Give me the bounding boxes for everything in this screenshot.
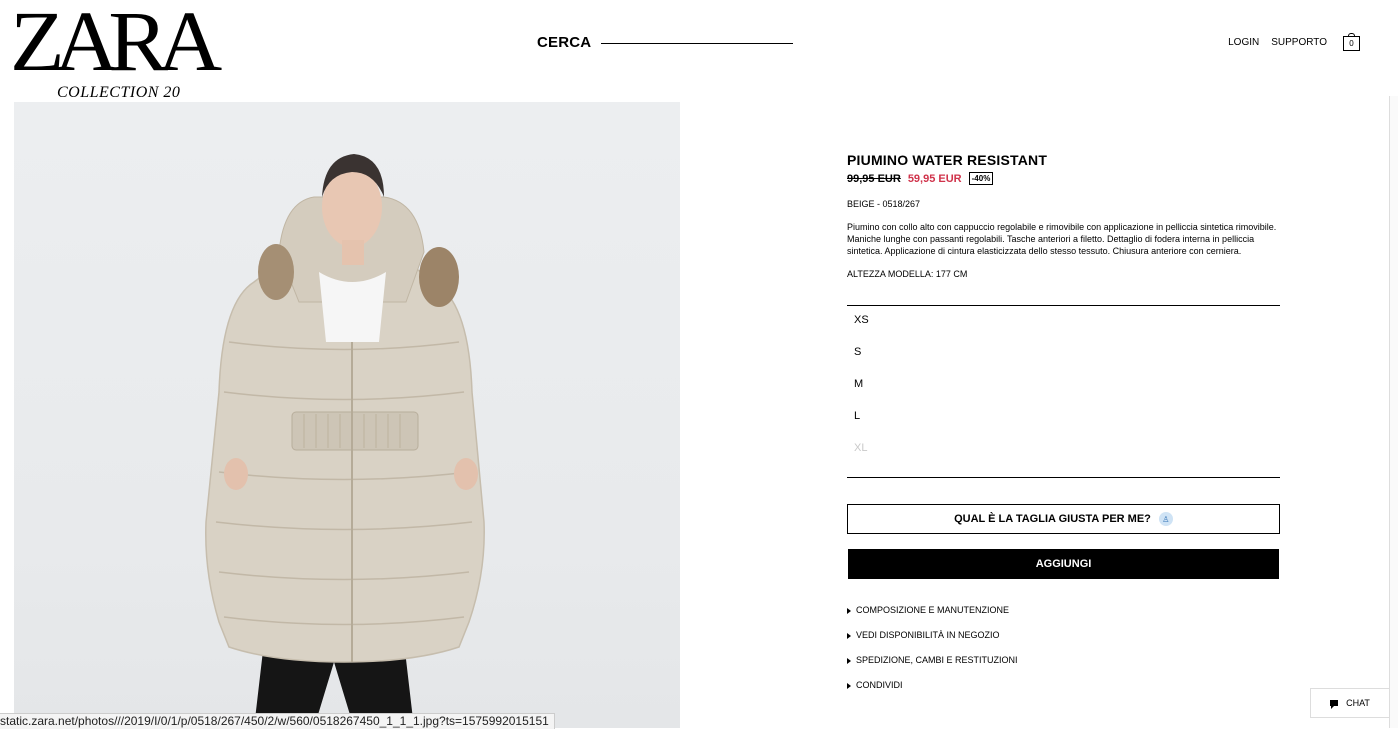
search-label: CERCA [537, 34, 592, 51]
size-option-l[interactable]: L [847, 409, 1280, 441]
logo-wordmark: ZARA [10, 0, 222, 89]
caret-right-icon [847, 658, 851, 664]
page-scrollbar[interactable] [1389, 96, 1398, 728]
accordion-store-availability[interactable]: VEDI DISPONIBILITÀ IN NEGOZIO [847, 630, 1280, 655]
model-height: ALTEZZA MODELLA: 177 CM [847, 269, 968, 279]
product-description: Piumino con collo alto con cappuccio reg… [847, 222, 1277, 256]
product-info: PIUMINO WATER RESISTANT 99,95 EUR 59,95 … [847, 152, 1280, 705]
info-accordions: COMPOSIZIONE E MANUTENZIONE VEDI DISPONI… [847, 605, 1280, 705]
accordion-share[interactable]: CONDIVIDI [847, 680, 1280, 705]
logo-subtitle: COLLECTION 20 [57, 84, 181, 101]
size-option-m[interactable]: M [847, 377, 1280, 409]
login-link[interactable]: LOGIN [1228, 37, 1259, 48]
color-reference: BEIGE - 0518/267 [847, 199, 921, 209]
size-guide-label: QUAL È LA TAGLIA GIUSTA PER ME? [954, 513, 1151, 525]
status-bar-url: static.zara.net/photos///2019/I/0/1/p/05… [0, 713, 555, 729]
add-to-cart-button[interactable]: AGGIUNGI [848, 549, 1279, 579]
accordion-label: SPEDIZIONE, CAMBI E RESTITUZIONI [856, 655, 1018, 665]
caret-right-icon [847, 608, 851, 614]
cart-count: 0 [1349, 39, 1354, 48]
size-guide-button[interactable]: QUAL È LA TAGLIA GIUSTA PER ME? ♙ [847, 504, 1280, 534]
accordion-label: COMPOSIZIONE E MANUTENZIONE [856, 605, 1010, 615]
original-price: 99,95 EUR [847, 172, 901, 185]
model-in-coat-illustration [205, 154, 485, 728]
size-option-s[interactable]: S [847, 345, 1280, 377]
accordion-composition[interactable]: COMPOSIZIONE E MANUTENZIONE [847, 605, 1280, 630]
size-option-xs[interactable]: XS [847, 313, 1280, 345]
sale-price: 59,95 EUR [907, 172, 962, 185]
chat-label: CHAT [1346, 698, 1370, 708]
discount-badge: -40% [968, 172, 994, 185]
shopping-bag-icon[interactable]: 0 [1343, 33, 1360, 51]
accordion-label: CONDIVIDI [856, 680, 903, 690]
chat-bubble-icon [1330, 700, 1339, 709]
caret-right-icon [847, 633, 851, 639]
size-selector: XS S M L XL [847, 305, 1280, 478]
zara-logo[interactable]: ZARA COLLECTION 20 [10, 0, 222, 101]
size-option-xl: XL [854, 442, 868, 454]
product-image[interactable] [14, 102, 680, 728]
chat-button[interactable]: CHAT [1310, 688, 1390, 718]
search-underline [601, 43, 794, 44]
caret-right-icon [847, 683, 851, 689]
product-title: PIUMINO WATER RESISTANT [847, 152, 1048, 168]
support-link[interactable]: SUPPORTO [1271, 37, 1327, 48]
accordion-shipping[interactable]: SPEDIZIONE, CAMBI E RESTITUZIONI [847, 655, 1280, 680]
person-icon: ♙ [1158, 512, 1173, 526]
accordion-label: VEDI DISPONIBILITÀ IN NEGOZIO [856, 630, 1000, 640]
search-field[interactable]: CERCA [537, 34, 794, 51]
price-row: 99,95 EUR 59,95 EUR -40% [847, 172, 1280, 185]
top-nav: LOGIN SUPPORTO 0 [1216, 33, 1360, 51]
